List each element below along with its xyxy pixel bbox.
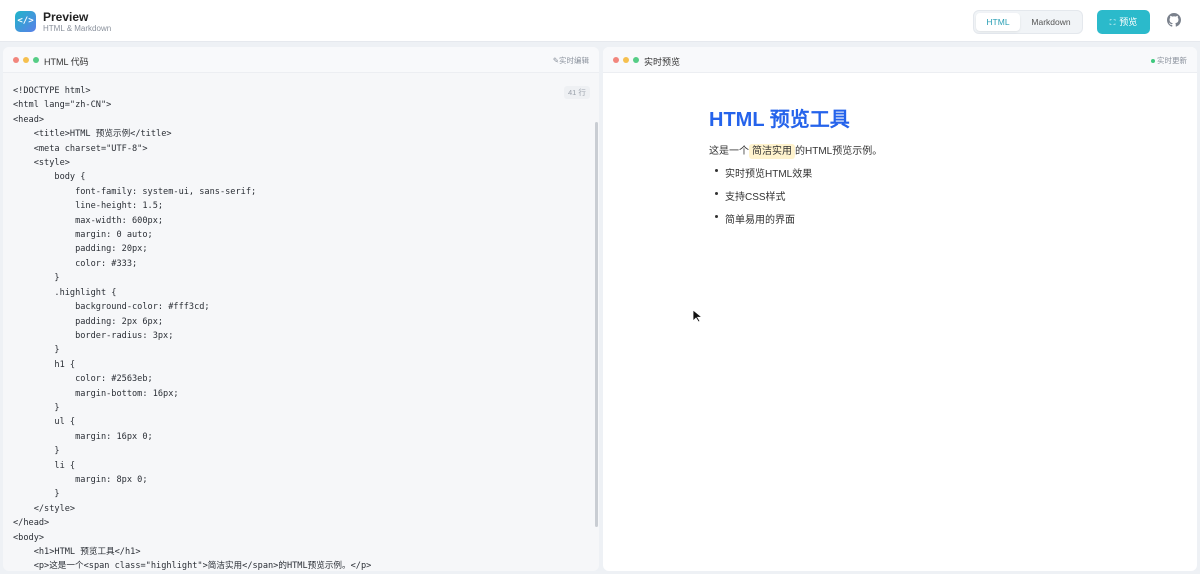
expand-icon: ⛶ [1109,18,1116,27]
status-dot-icon [1151,59,1155,64]
github-icon[interactable] [1167,13,1181,27]
yellow-dot-icon [623,57,629,63]
rendered-document: HTML 预览工具 这是一个 简洁实用 的HTML预览示例。 实时预览HTML效果 … [709,103,1009,234]
editor-scrollbar[interactable] [595,122,598,527]
preview-title: 实时预览 [644,57,681,67]
top-bar: </> Preview HTML & Markdown HTML Markdow… [0,0,1200,42]
code-editor[interactable]: <!DOCTYPE html> <html lang="zh-CN"> <hea… [13,84,588,571]
line-count-badge: 41 行 [564,86,590,99]
code-logo-icon: </> [15,11,36,32]
editor-title: HTML 代码 [44,57,89,67]
mouse-cursor-icon [692,309,704,323]
editor-header: HTML 代码 ✎实时编辑 [3,47,599,73]
preview-paragraph: 这是一个 简洁实用 的HTML预览示例。 [709,144,883,159]
highlight-span: 简洁实用 [749,144,795,159]
red-dot-icon [613,57,619,63]
preview-heading: HTML 预览工具 [709,109,850,131]
green-dot-icon [633,57,639,63]
editor-live-tag: ✎实时编辑 [552,56,589,65]
app-subtitle: HTML & Markdown [43,24,112,33]
list-item: 实时预览HTML效果 [715,165,1009,180]
list-item: 支持CSS样式 [715,188,1009,203]
mode-markdown-tab[interactable]: Markdown [1022,13,1080,31]
preview-live-tag: 实时更新 [1151,55,1187,66]
preview-header: 实时预览 实时更新 [603,47,1197,73]
preview-button[interactable]: ⛶ 预览 [1097,10,1150,34]
app-title: Preview [43,10,89,24]
yellow-dot-icon [23,57,29,63]
mode-switch: HTML Markdown [973,10,1083,34]
mode-html-tab[interactable]: HTML [976,13,1020,31]
list-item: 简单易用的界面 [715,211,1009,226]
preview-list: 实时预览HTML效果 支持CSS样式 简单易用的界面 [709,165,1009,226]
green-dot-icon [33,57,39,63]
editor-panel: HTML 代码 ✎实时编辑 <!DOCTYPE html> <html lang… [3,47,599,571]
red-dot-icon [13,57,19,63]
preview-button-label: 预览 [1119,17,1138,27]
